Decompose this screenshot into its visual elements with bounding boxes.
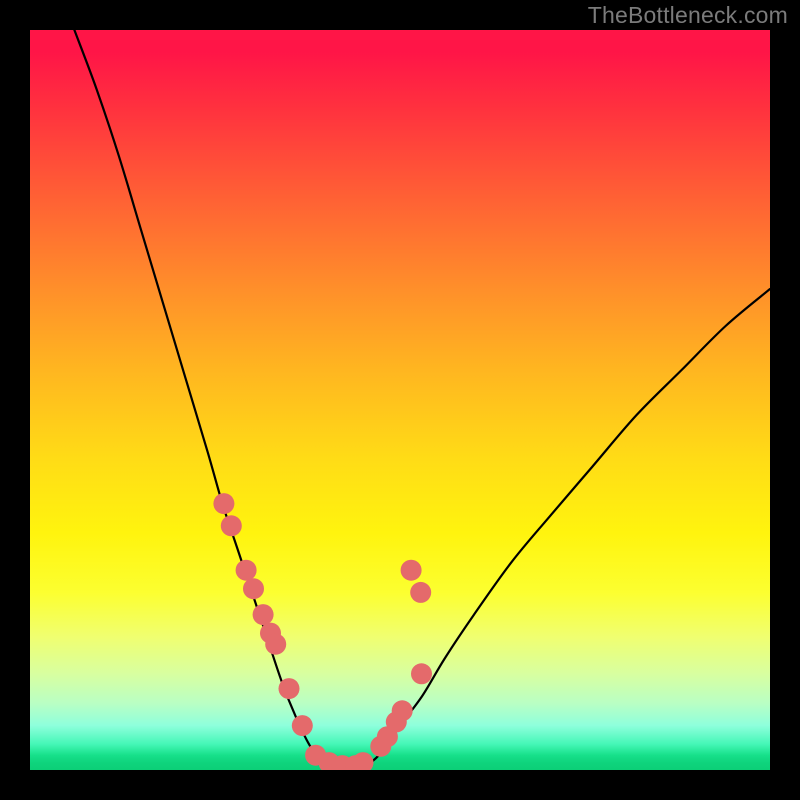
curve-markers — [213, 493, 432, 770]
marker-dot — [292, 715, 313, 736]
chart-overlay-svg — [30, 30, 770, 770]
marker-dot — [213, 493, 234, 514]
marker-dot — [401, 560, 422, 581]
plot-area — [30, 30, 770, 770]
marker-dot — [279, 678, 300, 699]
bottleneck-curve — [74, 30, 770, 767]
chart-frame: TheBottleneck.com — [0, 0, 800, 800]
marker-dot — [265, 634, 286, 655]
marker-dot — [253, 604, 274, 625]
marker-dot — [221, 515, 242, 536]
marker-dot — [243, 578, 264, 599]
marker-dot — [392, 700, 413, 721]
marker-dot — [236, 560, 257, 581]
marker-dot — [410, 582, 431, 603]
marker-dot — [411, 663, 432, 684]
marker-dot — [353, 752, 374, 770]
watermark-text: TheBottleneck.com — [588, 2, 788, 29]
